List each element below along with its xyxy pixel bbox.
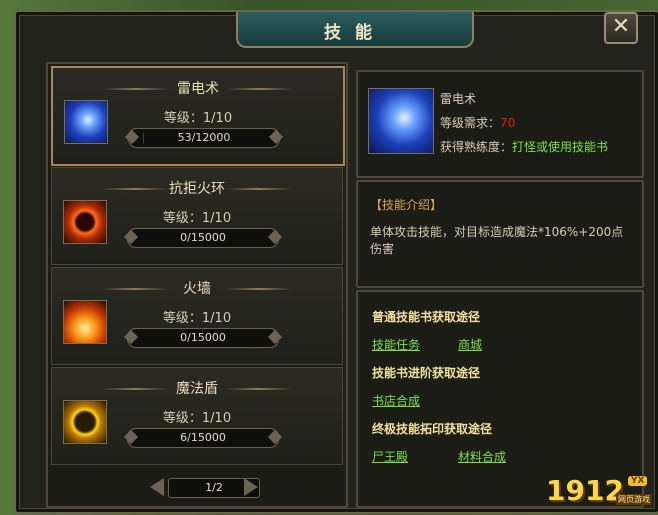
logo-number: 1912 — [546, 474, 624, 507]
req-value: 70 — [500, 116, 516, 130]
skill-name: 雷电术 — [177, 81, 219, 97]
ultimate-path-title: 终极技能拓印获取途径 — [372, 422, 493, 436]
proficiency-bar: 53/12000 — [124, 128, 284, 148]
logo-yx: YX — [628, 476, 648, 486]
link-corpse-king-hall[interactable]: 尸王殿 — [372, 448, 408, 465]
lightning-icon-large — [368, 88, 434, 154]
proficiency-source: 获得熟练度：打怪或使用技能书 — [440, 138, 608, 155]
link-bookstore-craft[interactable]: 书店合成 — [372, 392, 420, 409]
intro-title: 【技能介绍】 — [370, 198, 443, 212]
proficiency-bar: 0/15000 — [123, 328, 283, 348]
skill-item-lightning[interactable]: 雷电术 等级：1/10 53/12000 — [51, 66, 345, 166]
skill-intro-panel: 【技能介绍】 单体攻击技能，对目标造成魔法*106%+200点伤害 — [356, 180, 644, 288]
advanced-path-title: 技能书进阶获取途径 — [372, 366, 481, 380]
title-bar: 技能 — [236, 12, 474, 48]
skill-window: 技能 雷电术 等级：1/10 53/12000 抗拒火环 等级：1/10 0/1… — [14, 10, 658, 514]
gain-label: 获得熟练度： — [440, 140, 513, 154]
req-label: 等级需求： — [440, 116, 501, 130]
skill-level: 等级：1/10 — [162, 411, 232, 426]
site-logo: 1912 YX 网页游戏 — [546, 474, 656, 510]
normal-path-title: 普通技能书获取途径 — [372, 310, 481, 324]
skill-item-fire-wall[interactable]: 火墙 等级：1/10 0/15000 — [51, 267, 343, 365]
level-requirement: 等级需求：70 — [440, 114, 515, 131]
proficiency-text: 0/15000 — [180, 331, 226, 344]
skill-level: 等级：1/10 — [162, 311, 232, 326]
skill-name: 魔法盾 — [176, 381, 218, 397]
prev-page-arrow-icon[interactable] — [150, 478, 164, 496]
detail-skill-name: 雷电术 — [440, 92, 477, 106]
skill-level: 等级：1/10 — [163, 111, 233, 126]
gain-value: 打怪或使用技能书 — [512, 140, 609, 154]
window-title: 技能 — [324, 23, 386, 43]
skill-item-magic-shield[interactable]: 魔法盾 等级：1/10 6/15000 — [51, 367, 343, 465]
logo-sub: 网页游戏 — [616, 494, 652, 505]
link-shop[interactable]: 商城 — [458, 336, 482, 353]
next-page-arrow-icon[interactable] — [244, 478, 258, 496]
skill-detail-panel: 雷电术 等级需求：70 获得熟练度：打怪或使用技能书 — [356, 70, 644, 178]
skill-level: 等级：1/10 — [162, 211, 232, 226]
skill-name: 抗拒火环 — [169, 181, 225, 197]
proficiency-bar: 6/15000 — [123, 428, 283, 448]
proficiency-text: 53/12000 — [177, 131, 231, 144]
intro-body: 单体攻击技能，对目标造成魔法*106%+200点伤害 — [370, 225, 624, 256]
link-skill-quest[interactable]: 技能任务 — [372, 336, 420, 353]
close-button[interactable]: ✕ — [604, 12, 638, 44]
skill-list-panel: 雷电术 等级：1/10 53/12000 抗拒火环 等级：1/10 0/1500… — [46, 62, 348, 508]
proficiency-text: 6/15000 — [180, 431, 226, 444]
proficiency-fill — [143, 132, 144, 144]
skill-item-fire-ring[interactable]: 抗拒火环 等级：1/10 0/15000 — [51, 167, 343, 265]
link-material-craft[interactable]: 材料合成 — [458, 448, 506, 465]
proficiency-bar: 0/15000 — [123, 228, 283, 248]
proficiency-text: 0/15000 — [180, 231, 226, 244]
skill-name: 火墙 — [183, 281, 211, 297]
